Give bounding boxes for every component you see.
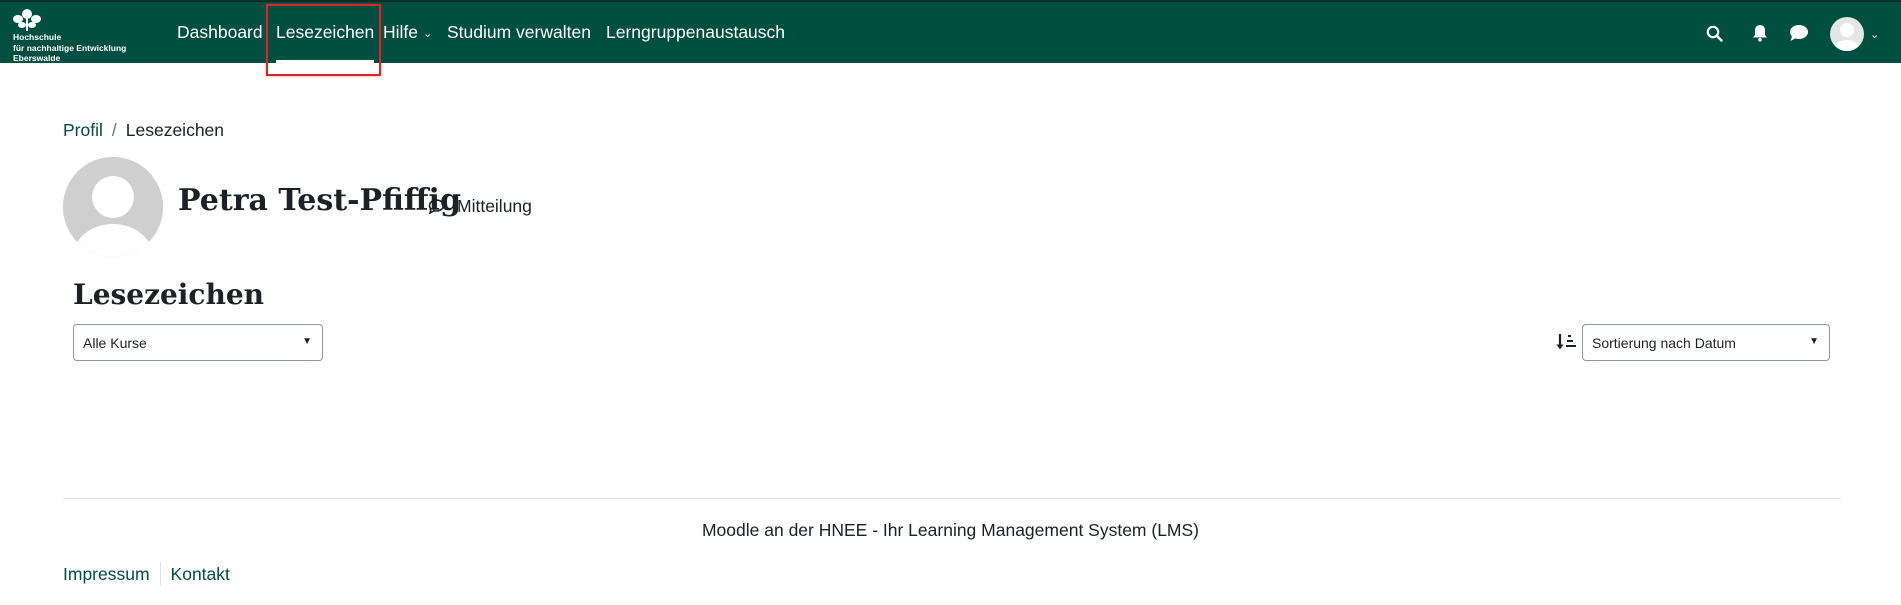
- logo-line: für nachhaltige Entwicklung: [13, 42, 127, 53]
- nav-item-lesezeichen[interactable]: Lesezeichen: [276, 2, 375, 63]
- chat-icon[interactable]: [1788, 22, 1810, 44]
- breadcrumb-current: Lesezeichen: [125, 120, 225, 140]
- logo-line: Hochschule: [13, 32, 62, 42]
- chevron-down-icon: ⌄: [1870, 28, 1880, 41]
- nav-item-studium-verwalten[interactable]: Studium verwalten: [447, 2, 591, 63]
- sort-select[interactable]: Sortierung nach Datum ▼: [1582, 324, 1830, 361]
- message-label: Mitteilung: [457, 196, 532, 216]
- page-title: Lesezeichen: [73, 278, 265, 311]
- nav-label: Dashboard: [177, 22, 263, 42]
- sort-select-value: Sortierung nach Datum: [1592, 334, 1736, 351]
- footer-link-separator: [159, 562, 161, 586]
- message-icon: [428, 199, 445, 214]
- footer-links: Impressum Kontakt: [63, 562, 230, 586]
- footer-link-kontakt[interactable]: Kontakt: [171, 564, 230, 585]
- nav-item-hilfe[interactable]: Hilfe ⌄: [383, 2, 432, 63]
- breadcrumb-separator: /: [111, 120, 117, 140]
- nav-label: Hilfe: [383, 22, 419, 42]
- chevron-down-icon: ▼: [302, 336, 312, 347]
- top-navbar: Hochschule für nachhaltige Entwicklung E…: [0, 0, 1901, 63]
- course-filter-value: Alle Kurse: [83, 334, 147, 351]
- hnee-logo-mark-icon: [13, 9, 41, 31]
- course-filter-select[interactable]: Alle Kurse ▼: [73, 324, 323, 361]
- profile-avatar: [63, 157, 163, 257]
- logo-text: Hochschule für nachhaltige Entwicklung E…: [13, 32, 126, 64]
- footer-divider: [63, 498, 1841, 499]
- nav-item-dashboard[interactable]: Dashboard: [177, 2, 263, 63]
- site-logo[interactable]: Hochschule für nachhaltige Entwicklung E…: [8, 8, 143, 64]
- footer-text: Moodle an der HNEE - Ihr Learning Manage…: [701, 520, 1200, 540]
- nav-label: Studium verwalten: [447, 22, 591, 42]
- user-menu-toggle[interactable]: ⌄: [1830, 16, 1886, 52]
- chevron-down-icon: ▼: [1809, 336, 1819, 347]
- breadcrumb-profil[interactable]: Profil: [63, 120, 103, 141]
- search-icon[interactable]: [1703, 22, 1725, 44]
- chevron-down-icon: ⌄: [423, 28, 433, 40]
- nav-label: Lesezeichen: [276, 22, 375, 42]
- send-message-button[interactable]: Mitteilung: [428, 196, 532, 217]
- sort-descending-icon[interactable]: [1556, 331, 1578, 353]
- nav-item-lerngruppenaustausch[interactable]: Lerngruppenaustausch: [606, 2, 785, 63]
- bell-icon[interactable]: [1749, 22, 1771, 44]
- nav-label: Lerngruppenaustausch: [606, 22, 786, 42]
- footer-link-impressum[interactable]: Impressum: [63, 564, 150, 585]
- user-avatar-icon: [1830, 17, 1864, 51]
- logo-line: Eberswalde: [13, 53, 61, 63]
- profile-name: Petra Test-Pfiffig: [178, 183, 461, 218]
- breadcrumb: Profil / Lesezeichen: [63, 120, 224, 141]
